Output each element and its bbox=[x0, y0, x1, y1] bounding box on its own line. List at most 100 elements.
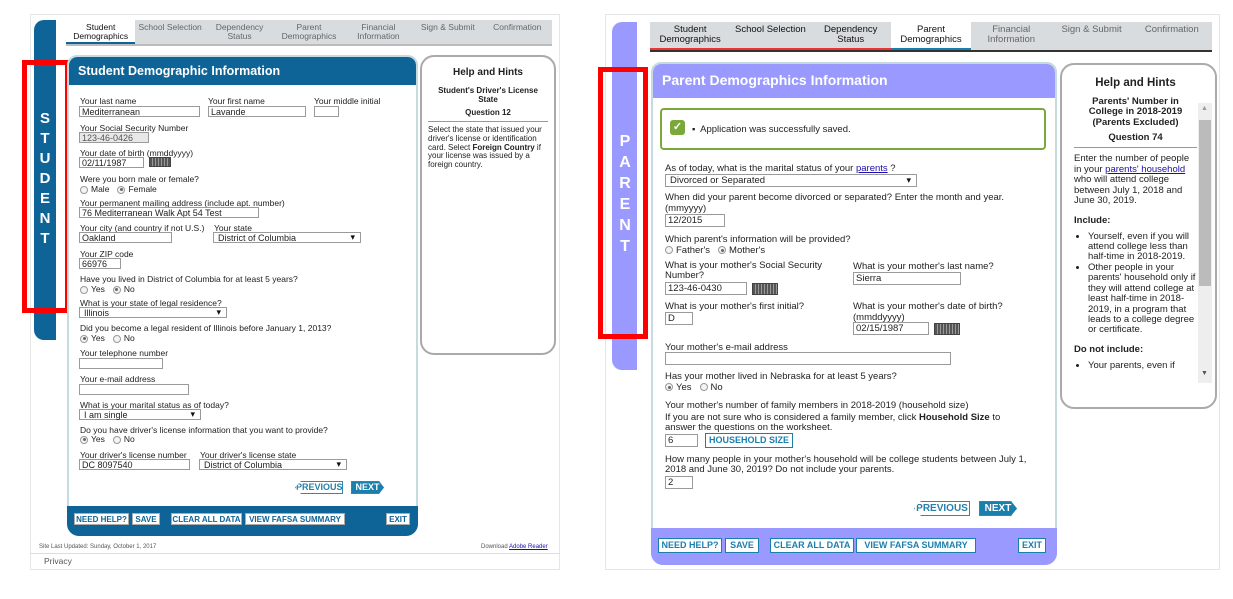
parent-tabs: Student Demographics School Selection De… bbox=[650, 22, 1212, 52]
success-message: ▪ Application was successfully saved. bbox=[692, 124, 851, 135]
phone-input[interactable] bbox=[79, 358, 163, 369]
address-input[interactable]: 76 Mediterranean Walk Apt 54 Test bbox=[79, 207, 259, 218]
email-input[interactable] bbox=[79, 384, 189, 395]
license-state-select[interactable]: District of Columbia bbox=[199, 459, 347, 470]
keypad-icon[interactable] bbox=[934, 323, 960, 335]
radio-male[interactable]: Male bbox=[80, 184, 109, 194]
household-size-button[interactable]: HOUSEHOLD SIZE bbox=[705, 433, 793, 448]
save-button[interactable]: SAVE bbox=[725, 538, 759, 553]
city-input[interactable]: Oakland bbox=[79, 232, 172, 243]
keypad-icon[interactable] bbox=[752, 283, 778, 295]
mother-dob-input[interactable]: 02/15/1987 bbox=[853, 322, 929, 335]
scrollbar-thumb[interactable] bbox=[1199, 120, 1211, 286]
checkmark-icon: ✓ bbox=[670, 120, 685, 135]
exclude-heading: Do not include: bbox=[1074, 343, 1144, 355]
save-button[interactable]: SAVE bbox=[132, 513, 160, 525]
mother-lived-radio-group: Yes No bbox=[665, 382, 723, 393]
sex-label: Were you born male or female? bbox=[80, 174, 199, 184]
household-size-input[interactable]: 6 bbox=[665, 434, 698, 447]
parents-household-link[interactable]: parents' household bbox=[1105, 164, 1185, 175]
list-item: Other people in your parents' household … bbox=[1088, 262, 1197, 336]
radio-female[interactable]: Female bbox=[117, 184, 157, 194]
tab-confirmation[interactable]: Confirmation bbox=[483, 20, 552, 44]
tab-financial-information[interactable]: Financial Information bbox=[971, 22, 1051, 50]
tab-school-selection[interactable]: School Selection bbox=[730, 22, 811, 50]
next-button[interactable]: NEXT bbox=[351, 481, 384, 494]
exit-button[interactable]: EXIT bbox=[386, 513, 410, 525]
adobe-reader-link[interactable]: Adobe Reader bbox=[509, 544, 548, 550]
scroll-up-icon[interactable]: ▲ bbox=[1201, 105, 1208, 112]
college-students-input[interactable]: 2 bbox=[665, 476, 693, 489]
radio-yes[interactable]: Yes bbox=[665, 382, 692, 393]
footer-divider bbox=[30, 553, 560, 554]
lived-5-years-radio-group: Yes No bbox=[80, 284, 135, 294]
highlight-box bbox=[598, 67, 648, 339]
tab-school-selection[interactable]: School Selection bbox=[135, 20, 204, 44]
parent-marital-select[interactable]: Divorced or Separated bbox=[665, 174, 917, 187]
list-item: Your parents, even if bbox=[1088, 360, 1197, 371]
divorce-date-input[interactable]: 12/2015 bbox=[665, 214, 725, 227]
previous-button[interactable]: PREVIOUS bbox=[914, 501, 970, 516]
radio-no[interactable]: No bbox=[112, 434, 135, 444]
highlight-box bbox=[22, 60, 70, 313]
first-name-input[interactable]: Lavande bbox=[208, 106, 306, 117]
tab-confirmation[interactable]: Confirmation bbox=[1132, 22, 1212, 50]
include-list: Yourself, even if you will attend colleg… bbox=[1074, 231, 1197, 336]
state-select[interactable]: District of Columbia bbox=[213, 232, 361, 243]
which-parent-label: Which parent's information will be provi… bbox=[665, 234, 851, 245]
tab-parent-demographics[interactable]: Parent Demographics bbox=[890, 22, 972, 50]
clear-all-data-button[interactable]: CLEAR ALL DATA bbox=[171, 513, 242, 525]
exit-button[interactable]: EXIT bbox=[1018, 538, 1046, 553]
tab-dependency-status[interactable]: Dependency Status bbox=[810, 22, 891, 50]
radio-yes[interactable]: Yes bbox=[80, 333, 105, 343]
radio-yes[interactable]: Yes bbox=[80, 284, 105, 294]
mother-initial-input[interactable]: D bbox=[665, 312, 693, 325]
radio-mother[interactable]: Mother's bbox=[718, 245, 765, 256]
radio-yes[interactable]: Yes bbox=[80, 434, 105, 444]
privacy-link[interactable]: Privacy bbox=[44, 556, 72, 566]
keypad-icon[interactable] bbox=[149, 157, 171, 167]
ssn-input: 123-46-0426 bbox=[79, 132, 149, 143]
tab-dependency-status[interactable]: Dependency Status bbox=[205, 20, 274, 44]
previous-button[interactable]: PREVIOUS bbox=[295, 481, 343, 494]
form-title: Student Demographic Information bbox=[69, 57, 416, 85]
mother-ssn-input[interactable]: 123-46-0430 bbox=[665, 282, 747, 295]
tab-financial-information[interactable]: Financial Information bbox=[344, 20, 413, 44]
view-fafsa-summary-button[interactable]: VIEW FAFSA SUMMARY bbox=[245, 513, 345, 525]
help-text: Enter the number of people in your paren… bbox=[1074, 153, 1190, 207]
form-title: Parent Demographics Information bbox=[653, 64, 1055, 98]
tab-sign-submit[interactable]: Sign & Submit bbox=[413, 20, 482, 44]
dob-input[interactable]: 02/11/1987 bbox=[79, 157, 144, 168]
legal-residence-select[interactable]: Illinois bbox=[79, 307, 227, 318]
mother-dob-label: What is your mother's date of birth? bbox=[853, 301, 1003, 312]
tab-student-demographics[interactable]: Student Demographics bbox=[66, 20, 136, 44]
license-number-input[interactable]: DC 8097540 bbox=[79, 459, 190, 470]
mother-email-input[interactable] bbox=[665, 352, 951, 365]
first-name-label: Your first name bbox=[208, 96, 265, 106]
radio-no[interactable]: No bbox=[112, 333, 135, 343]
need-help-button[interactable]: NEED HELP? bbox=[658, 538, 722, 553]
help-scrollbar[interactable]: ▲ ▼ bbox=[1198, 103, 1212, 383]
marital-select[interactable]: I am single bbox=[79, 409, 201, 420]
next-button[interactable]: NEXT bbox=[979, 501, 1017, 516]
radio-father[interactable]: Father's bbox=[665, 245, 710, 256]
radio-no[interactable]: No bbox=[112, 284, 135, 294]
tab-parent-demographics[interactable]: Parent Demographics bbox=[274, 20, 343, 44]
clear-all-data-button[interactable]: CLEAR ALL DATA bbox=[770, 538, 854, 553]
parents-link[interactable]: parents bbox=[856, 163, 888, 174]
help-question: Question 12 bbox=[428, 108, 548, 122]
radio-no[interactable]: No bbox=[699, 382, 723, 393]
view-fafsa-summary-button[interactable]: VIEW FAFSA SUMMARY bbox=[856, 538, 976, 553]
middle-initial-input[interactable] bbox=[314, 106, 339, 117]
scroll-down-icon[interactable]: ▼ bbox=[1201, 370, 1208, 377]
mother-initial-label: What is your mother's first initial? bbox=[665, 301, 805, 312]
tab-sign-submit[interactable]: Sign & Submit bbox=[1051, 22, 1131, 50]
mother-ssn-label: What is your mother's Social Security Nu… bbox=[665, 260, 823, 282]
last-name-input[interactable]: Mediterranean bbox=[79, 106, 200, 117]
need-help-button[interactable]: NEED HELP? bbox=[74, 513, 129, 525]
tab-student-demographics[interactable]: Student Demographics bbox=[650, 22, 731, 50]
help-heading: Student's Driver's License State bbox=[438, 86, 538, 104]
mother-last-name-input[interactable]: Sierra bbox=[853, 272, 961, 285]
zip-input[interactable]: 66976 bbox=[79, 258, 121, 269]
parent-marital-label: As of today, what is the marital status … bbox=[665, 163, 896, 174]
